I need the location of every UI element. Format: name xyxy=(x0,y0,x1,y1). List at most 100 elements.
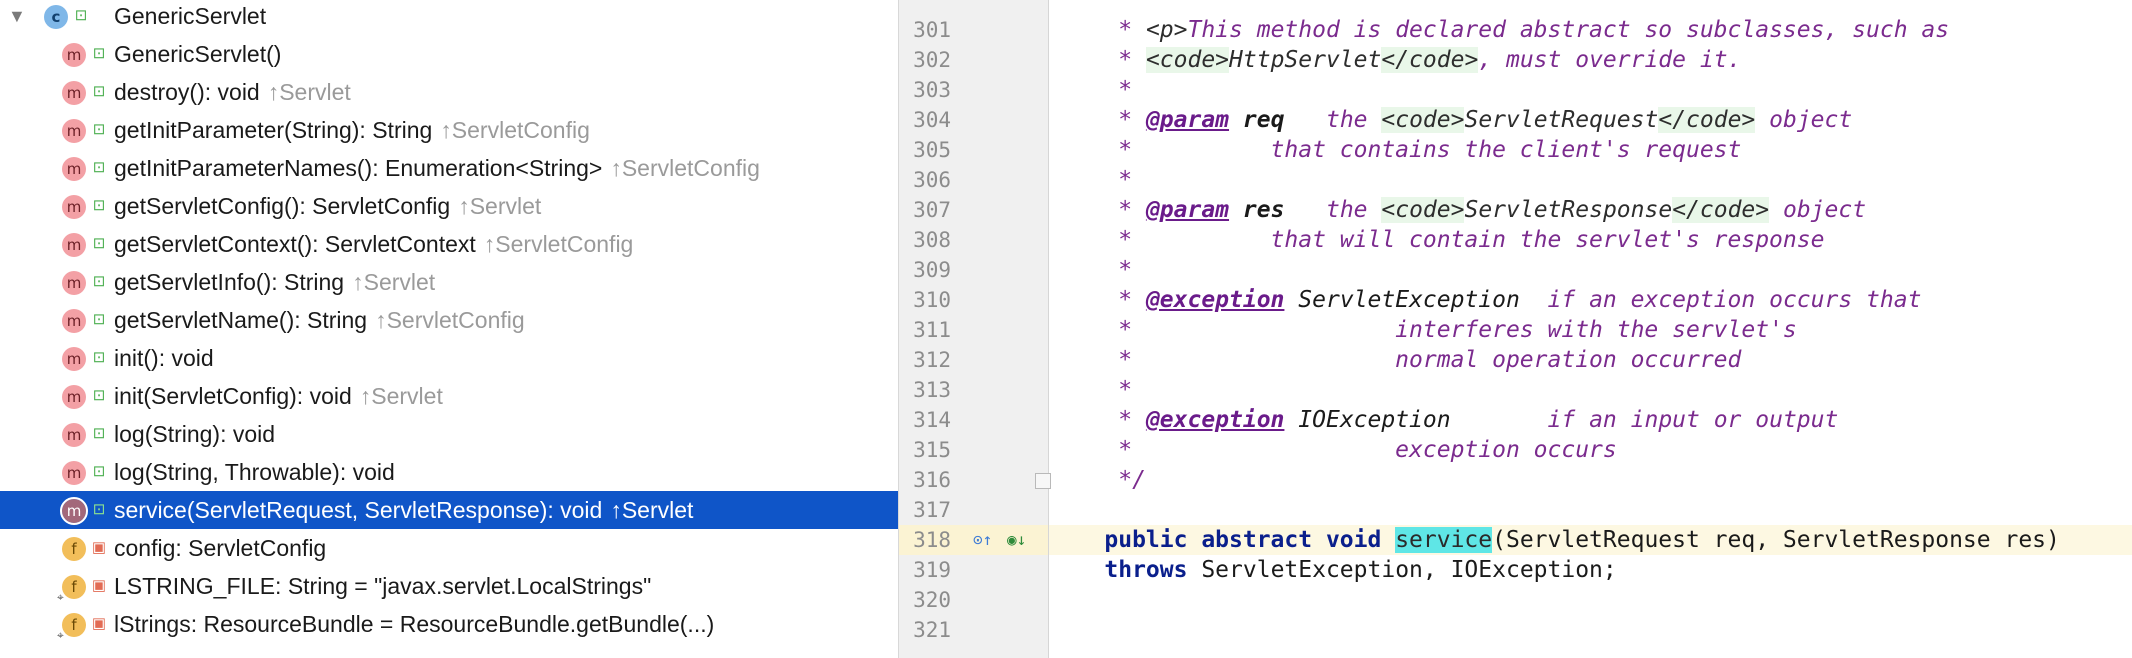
code-token: @param xyxy=(1145,107,1230,133)
code-token: HttpServlet xyxy=(1229,47,1382,73)
code-line[interactable]: throws ServletException, IOException; xyxy=(1049,555,2132,585)
method-m-icon: m xyxy=(62,233,86,257)
code-token: * exception occurs xyxy=(1049,437,1617,463)
implemented-down-icon[interactable]: ◉↓ xyxy=(1007,525,1026,555)
static-pin-icon: ⌖ xyxy=(57,628,64,642)
code-token: <p> xyxy=(1145,17,1188,43)
code-line[interactable]: * @exception ServletException if an exce… xyxy=(1049,285,2132,315)
code-token: , must override it. xyxy=(1478,47,1742,73)
code-line[interactable]: * exception occurs xyxy=(1049,435,2132,465)
code-line[interactable]: * <p>This method is declared abstract so… xyxy=(1049,15,2132,45)
code-line[interactable]: * xyxy=(1049,75,2132,105)
member-signature: getServletConfig(): ServletConfig xyxy=(114,193,451,219)
line-number: 310 xyxy=(913,288,951,312)
code-token: res xyxy=(1242,197,1285,223)
code-line[interactable]: * normal operation occurred xyxy=(1049,345,2132,375)
tree-member-item[interactable]: m ⊡ log(String): void xyxy=(0,415,898,453)
public-unlocked-icon: ⊡ xyxy=(92,311,106,328)
line-number: 320 xyxy=(913,588,951,612)
tree-member-item[interactable]: m ⊡ getServletInfo(): String ↑Servlet xyxy=(0,263,898,301)
code-token: IOException xyxy=(1298,407,1451,433)
method-m-icon: m xyxy=(62,423,86,447)
member-signature: config: ServletConfig xyxy=(114,535,327,561)
code-line[interactable]: * that contains the client's request xyxy=(1049,135,2132,165)
member-signature: LSTRING_FILE: String = "javax.servlet.Lo… xyxy=(114,573,652,599)
expand-triangle-down-icon[interactable]: ▼ xyxy=(8,0,26,35)
member-signature: lStrings: ResourceBundle = ResourceBundl… xyxy=(114,611,715,637)
tree-member-item[interactable]: m ⊡ init(ServletConfig): void ↑Servlet xyxy=(0,377,898,415)
implemented-up-icon[interactable]: ⊙↑ xyxy=(973,525,992,555)
line-number: 302 xyxy=(913,48,951,72)
code-token: ServletException xyxy=(1298,287,1520,313)
code-line[interactable] xyxy=(1049,495,2132,525)
code-token: * xyxy=(1049,197,1146,223)
code-editor[interactable]: 301 302 303 304 305 306 307 308 309 310 311 312 313 3… xyxy=(899,0,2132,658)
code-line[interactable]: * <code>HttpServlet</code>, must overrid… xyxy=(1049,45,2132,75)
tree-member-item[interactable]: m ⊡ destroy(): void ↑Servlet xyxy=(0,73,898,111)
code-line[interactable]: * xyxy=(1049,375,2132,405)
line-number: 306 xyxy=(913,168,951,192)
public-unlocked-icon: ⊡ xyxy=(92,273,106,290)
field-f-icon: f ⌖ xyxy=(57,575,86,603)
tree-member-item[interactable]: f ▣ config: ServletConfig xyxy=(0,529,898,567)
member-label: getInitParameterNames(): Enumeration<Str… xyxy=(114,149,760,187)
tree-member-item[interactable]: m ⊡ getServletConfig(): ServletConfig ↑Serv… xyxy=(0,187,898,225)
code-line[interactable]: public abstract void service(ServletRequ… xyxy=(1049,525,2132,555)
tree-member-item[interactable]: m ⊡ getServletContext(): ServletContext ↑Se… xyxy=(0,225,898,263)
line-number: 305 xyxy=(913,138,951,162)
public-unlocked-icon: ⊡ xyxy=(92,349,106,366)
code-token: * xyxy=(1049,77,1133,103)
public-unlocked-icon: ⊡ xyxy=(92,45,106,62)
member-label: getServletInfo(): String ↑Servlet xyxy=(114,263,435,301)
code-token: the xyxy=(1284,107,1382,133)
member-label: getServletConfig(): ServletConfig ↑Servle… xyxy=(114,187,541,225)
member-label: init(): void xyxy=(114,339,214,377)
code-line[interactable] xyxy=(1049,585,2132,615)
code-line[interactable]: * @param req the <code>ServletRequest</c… xyxy=(1049,105,2132,135)
code-token: ServletException, IOException; xyxy=(1201,557,1617,583)
public-unlocked-icon: ⊡ xyxy=(92,121,106,138)
code-line[interactable]: * interferes with the servlet's xyxy=(1049,315,2132,345)
line-number: 304 xyxy=(913,108,951,132)
code-line[interactable]: * xyxy=(1049,165,2132,195)
line-number: 303 xyxy=(913,78,951,102)
member-label: config: ServletConfig xyxy=(114,529,326,567)
method-m-icon: m xyxy=(62,81,86,105)
code-token: <code> xyxy=(1145,47,1230,73)
code-token: throws xyxy=(1049,557,1202,583)
tree-member-item[interactable]: m ⊡ GenericServlet() xyxy=(0,35,898,73)
member-inherited-from: ↑ServletConfig xyxy=(375,307,525,333)
tree-member-item[interactable]: f ⌖ ▣ lStrings: ResourceBundle = ResourceBu… xyxy=(0,605,898,643)
code-token: public abstract void xyxy=(1049,527,1396,553)
tree-member-item[interactable]: m ⊡ getInitParameter(String): String ↑Servl… xyxy=(0,111,898,149)
code-line[interactable]: * @param res the <code>ServletResponse</… xyxy=(1049,195,2132,225)
public-unlocked-icon: ⊡ xyxy=(92,235,106,252)
code-line[interactable]: * that will contain the servlet's respon… xyxy=(1049,225,2132,255)
code-token: object xyxy=(1755,107,1853,133)
public-unlocked-icon: ⊡ xyxy=(92,197,106,214)
line-number: 313 xyxy=(913,378,951,402)
code-line[interactable]: * @exception IOException if an input or … xyxy=(1049,405,2132,435)
code-line[interactable]: * xyxy=(1049,255,2132,285)
code-token: * xyxy=(1049,407,1146,433)
tree-member-item[interactable]: f ⌖ ▣ LSTRING_FILE: String = "javax.servlet… xyxy=(0,567,898,605)
member-inherited-from: ↑Servlet xyxy=(352,269,436,295)
member-label: log(String, Throwable): void xyxy=(114,453,395,491)
member-label: getServletName(): String ↑ServletConfig xyxy=(114,301,525,339)
code-token: * xyxy=(1049,377,1133,403)
tree-member-item[interactable]: m ⊡ getServletName(): String ↑ServletConfig xyxy=(0,301,898,339)
tree-member-item[interactable]: m ⊡ getInitParameterNames(): Enumeration<S… xyxy=(0,149,898,187)
line-number: 315 xyxy=(913,438,951,462)
tree-member-item[interactable]: m ⊡ service(ServletRequest, ServletRespons… xyxy=(0,491,898,529)
code-token: @exception xyxy=(1145,287,1285,313)
tree-root-item[interactable]: ▼ c ⊡ GenericServlet xyxy=(0,0,898,35)
code-token: </code> xyxy=(1672,197,1770,223)
tree-root-label: GenericServlet xyxy=(114,3,267,29)
code-line[interactable]: */ xyxy=(1049,465,2132,495)
code-line[interactable] xyxy=(1049,615,2132,645)
tree-member-item[interactable]: m ⊡ init(): void xyxy=(0,339,898,377)
tree-member-item[interactable]: m ⊡ log(String, Throwable): void xyxy=(0,453,898,491)
method-m-icon: m xyxy=(62,309,86,333)
